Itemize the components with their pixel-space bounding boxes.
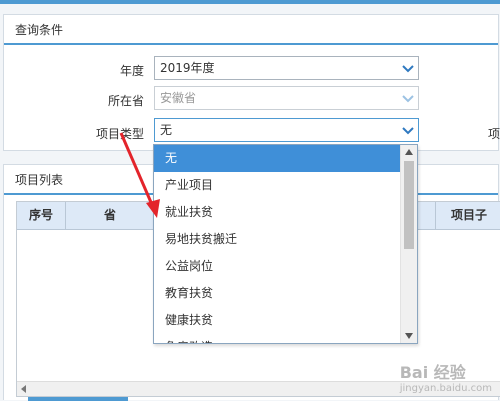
baidu-watermark: Bai 经验 jingyan.baidu.com	[400, 359, 492, 394]
red-arrow-annotation	[119, 132, 160, 218]
watermark-text: Bai 经验	[399, 363, 466, 382]
watermark-subtext: jingyan.baidu.com	[399, 383, 492, 394]
